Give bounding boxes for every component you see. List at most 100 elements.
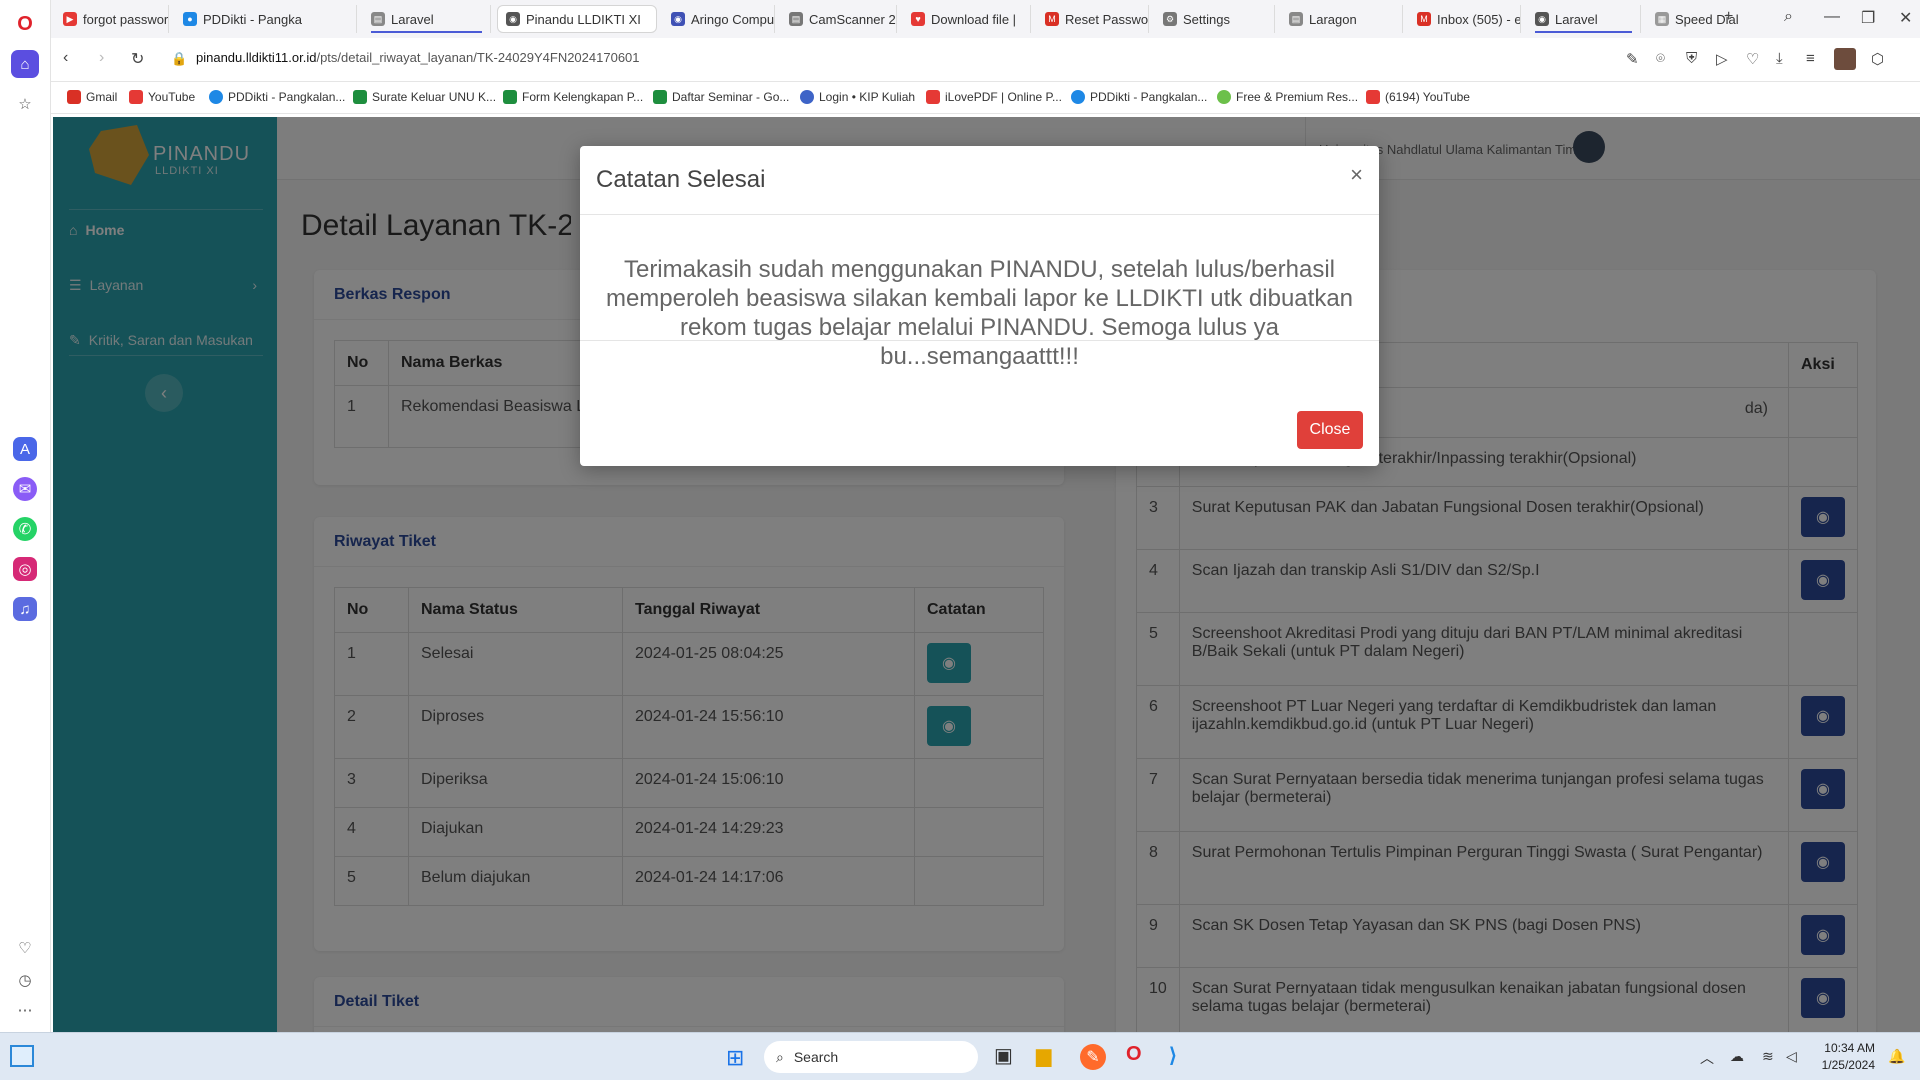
globe-favicon-icon: ◉ xyxy=(506,12,520,26)
home-icon[interactable]: ⌂ xyxy=(11,50,39,78)
forward-icon[interactable]: › xyxy=(99,49,104,67)
clock-time[interactable]: 10:34 AM xyxy=(1815,1041,1875,1055)
aria-icon[interactable]: A xyxy=(13,437,37,461)
instagram-icon[interactable]: ◎ xyxy=(13,557,37,581)
vscode-icon[interactable]: ⟩ xyxy=(1169,1043,1177,1068)
opera-logo-icon[interactable]: O xyxy=(11,10,39,38)
restore-icon[interactable]: ❐ xyxy=(1861,8,1875,28)
bookmark[interactable]: Daftar Seminar - Go... xyxy=(653,90,789,104)
bookmark[interactable]: (6194) YouTube xyxy=(1366,90,1470,104)
bookmark[interactable]: iLovePDF | Online P... xyxy=(926,90,1062,104)
shield-icon[interactable]: ⛨ xyxy=(1686,50,1697,67)
tab[interactable]: ◉ Laravel xyxy=(1527,5,1641,33)
opera-sidebar: O ⌂ ☆ A ✉ ✆ ◎ ♫ ♡ ◷ ⋯ xyxy=(0,0,51,1032)
windows-taskbar: ⊞ ⌕ Search ▣ ▆ ✎ O ⟩ ︿ ☁ ≋ ◁ 10:34 AM 1/2… xyxy=(0,1032,1920,1080)
notification-icon[interactable]: 🔔 xyxy=(1888,1048,1905,1065)
back-icon[interactable]: ‹ xyxy=(63,49,68,67)
history-icon[interactable]: ◷ xyxy=(11,966,39,994)
opera-icon[interactable]: O xyxy=(1126,1043,1142,1066)
tab[interactable]: ▤ Laragon xyxy=(1281,5,1403,33)
tab[interactable]: M Inbox (505) - erd xyxy=(1409,5,1521,33)
tab-active[interactable]: ◉ Pinandu LLDIKTI XI xyxy=(497,5,657,33)
sheets-icon xyxy=(653,90,667,104)
reload-icon[interactable]: ↻ xyxy=(131,49,144,69)
gmail-favicon-icon: M xyxy=(1417,12,1431,26)
bookmark-label: Surate Keluar UNU K... xyxy=(372,90,497,104)
volume-icon[interactable]: ◁ xyxy=(1786,1048,1797,1065)
bookmark-label: PDDikti - Pangkalan... xyxy=(228,90,346,104)
address-bar: ‹ › ↻ 🔒 pinandu.lldikti11.or.id/pts/deta… xyxy=(51,38,1920,82)
whatsapp-icon[interactable]: ✆ xyxy=(13,517,37,541)
tab-label: Download file | xyxy=(931,11,1017,27)
edit-icon[interactable]: ✎ xyxy=(1626,50,1639,68)
new-tab-icon[interactable]: + xyxy=(1724,8,1733,26)
tab[interactable]: ▤ CamScanner 24- xyxy=(781,5,897,33)
tab-label: Laravel xyxy=(1555,11,1598,27)
pddikti-icon xyxy=(1071,90,1085,104)
download-favicon-icon: ♥ xyxy=(911,12,925,26)
page-favicon-icon: ▤ xyxy=(1289,12,1303,26)
messenger-icon[interactable]: ✉ xyxy=(13,477,37,501)
search-placeholder: Search xyxy=(793,1049,839,1065)
search-tabs-icon[interactable]: ⌕ xyxy=(1784,8,1793,26)
tab[interactable]: ▶ forgot password xyxy=(55,5,169,33)
tab[interactable]: ▦ Speed Dial xyxy=(1647,5,1757,33)
camera-icon[interactable]: ⌾ xyxy=(1656,50,1665,67)
taskbar-search[interactable]: ⌕ Search xyxy=(764,1041,978,1073)
profile-avatar[interactable] xyxy=(1834,48,1856,70)
gmail-icon xyxy=(67,90,81,104)
aringo-favicon-icon: ◉ xyxy=(671,12,685,26)
speed-dial-icon: ▦ xyxy=(1655,12,1669,26)
bookmark-label: Login • KIP Kuliah xyxy=(819,90,916,104)
app-icon[interactable]: ✎ xyxy=(1080,1044,1106,1070)
task-view-icon[interactable]: ▣ xyxy=(994,1043,1013,1068)
bookmark[interactable]: PDDikti - Pangkalan... xyxy=(1071,90,1207,104)
chevron-up-icon[interactable]: ︿ xyxy=(1700,1048,1714,1068)
tab[interactable]: ▤ Laravel xyxy=(363,5,491,33)
bookmark[interactable]: Login • KIP Kuliah xyxy=(800,90,915,104)
tab[interactable]: ◉ Aringo Compute xyxy=(663,5,775,33)
youtube-favicon-icon: ▶ xyxy=(63,12,77,26)
url-field[interactable]: pinandu.lldikti11.or.id/pts/detail_riway… xyxy=(196,50,640,65)
windows-start-icon[interactable]: ⊞ xyxy=(726,1045,744,1071)
bookmark[interactable]: YouTube xyxy=(129,90,195,104)
more-icon[interactable]: ⋯ xyxy=(11,996,39,1024)
tab[interactable]: ⚙ Settings xyxy=(1155,5,1275,33)
cloud-offline-icon[interactable]: ☁ xyxy=(1730,1048,1744,1065)
play-icon[interactable]: ▷ xyxy=(1716,50,1728,68)
tab[interactable]: ● PDDikti - Pangka xyxy=(175,5,357,33)
tab-label: CamScanner 24- xyxy=(809,11,896,27)
pinboard-icon[interactable]: ☆ xyxy=(11,90,39,118)
gear-icon: ⚙ xyxy=(1163,12,1177,26)
bookmark-label: Form Kelengkapan P... xyxy=(522,90,644,104)
bookmark[interactable]: Free & Premium Res... xyxy=(1217,90,1358,104)
heart-icon[interactable]: ♡ xyxy=(1746,50,1759,68)
catatan-modal: Catatan Selesai × Terimakasih sudah meng… xyxy=(580,146,1379,466)
clock-date[interactable]: 1/25/2024 xyxy=(1815,1058,1875,1072)
close-icon[interactable]: × xyxy=(1350,162,1363,188)
page-favicon-icon: ▤ xyxy=(789,12,803,26)
gmail-favicon-icon: M xyxy=(1045,12,1059,26)
close-window-icon[interactable]: ✕ xyxy=(1899,8,1912,28)
download-icon[interactable]: ⤓ xyxy=(1776,50,1783,67)
widgets-icon[interactable] xyxy=(10,1045,34,1067)
close-button[interactable]: Close xyxy=(1297,411,1363,449)
bookmark[interactable]: Form Kelengkapan P... xyxy=(503,90,643,104)
url-domain: pinandu.lldikti11.or.id xyxy=(196,50,317,65)
tab-label: Inbox (505) - erd xyxy=(1437,11,1521,27)
bookmark[interactable]: PDDikti - Pangkalan... xyxy=(209,90,345,104)
file-explorer-icon[interactable]: ▆ xyxy=(1036,1043,1051,1068)
minimize-icon[interactable]: — xyxy=(1824,8,1840,26)
extensions-icon[interactable]: ⬡ xyxy=(1871,50,1884,68)
heart-icon[interactable]: ♡ xyxy=(11,934,39,962)
tab[interactable]: ♥ Download file | xyxy=(903,5,1031,33)
bookmark[interactable]: Gmail xyxy=(67,90,117,104)
tab-label: Pinandu LLDIKTI XI xyxy=(526,11,641,27)
menu-icon[interactable]: ≡ xyxy=(1806,50,1815,67)
search-icon: ⌕ xyxy=(776,1048,784,1065)
youtube-icon xyxy=(1366,90,1380,104)
tab[interactable]: M Reset Password xyxy=(1037,5,1149,33)
bookmark[interactable]: Surate Keluar UNU K... xyxy=(353,90,496,104)
wifi-icon[interactable]: ≋ xyxy=(1762,1048,1774,1065)
music-player-icon[interactable]: ♫ xyxy=(13,597,37,621)
